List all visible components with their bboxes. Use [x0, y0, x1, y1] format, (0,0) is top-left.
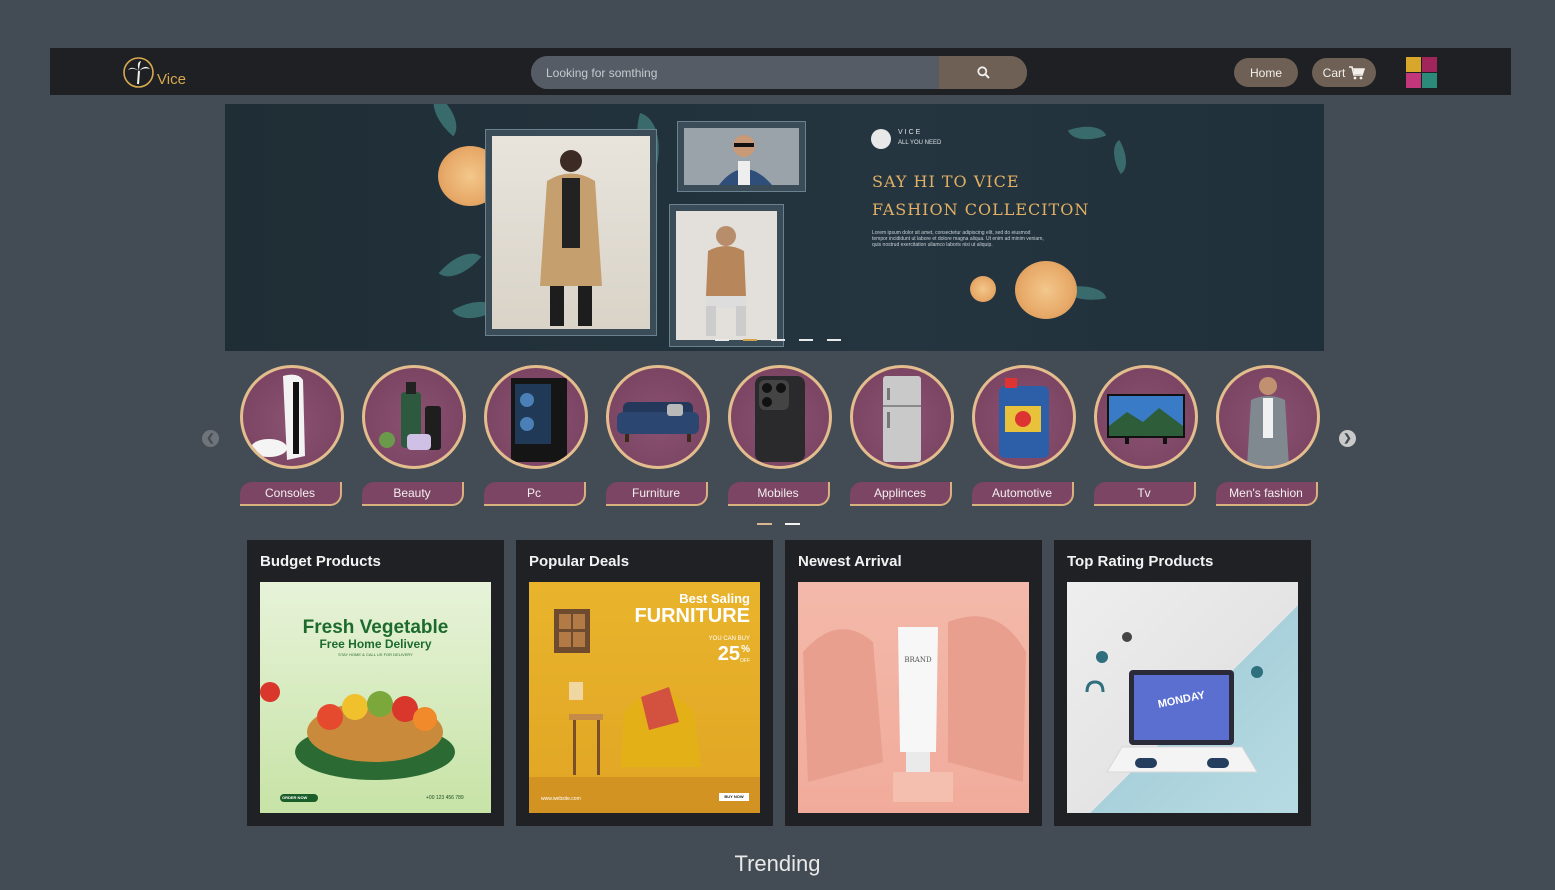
carousel-dot[interactable] [771, 339, 785, 341]
cart-label: Cart [1322, 65, 1346, 80]
flower-decoration [970, 276, 996, 302]
leaf-decoration [1067, 118, 1107, 148]
search-input[interactable] [531, 56, 939, 89]
card-title: Popular Deals [529, 553, 630, 570]
promo-off-text: OFF [740, 658, 750, 664]
fashion-photo-seated [669, 204, 784, 347]
fashion-photo-sunglasses [677, 121, 806, 192]
category-appliances[interactable]: Applinces [850, 365, 954, 510]
category-label: Automotive [972, 482, 1074, 506]
hero-banner[interactable]: VICE ALL YOU NEED SAY HI TO VICE FASHION… [225, 104, 1324, 351]
promo-subheadline: FURNITURE [634, 605, 750, 627]
promo-subheadline: Free Home Delivery [319, 637, 432, 651]
search-icon [976, 66, 990, 79]
category-label: Tv [1094, 482, 1196, 506]
banner-brand: VICE ALL YOU NEED [871, 129, 991, 155]
promo-headline: Fresh Vegetable [302, 617, 449, 638]
promo-small-text: STAY HOME & CALL US FOR DELIVERY [338, 652, 413, 657]
promo-headline: Best Saling [679, 591, 750, 606]
search-bar [531, 56, 1027, 89]
banner-title-line1: SAY HI TO VICE [872, 172, 1020, 191]
category-label: Pc [484, 482, 586, 506]
cart-icon [1349, 65, 1366, 79]
fridge-icon [850, 365, 954, 469]
carousel-dot[interactable] [827, 339, 841, 341]
phone-icon [728, 365, 832, 469]
card-title: Budget Products [260, 553, 381, 570]
promo-small-text: YOU CAN BUY [708, 636, 750, 642]
home-label: Home [1249, 65, 1282, 80]
category-mobiles[interactable]: Mobiles [728, 365, 832, 510]
color-grid-icon[interactable] [1406, 57, 1438, 88]
category-next-button[interactable]: ❯ [1339, 430, 1356, 447]
category-mens-fashion[interactable]: Men's fashion [1216, 365, 1320, 510]
carousel-dot[interactable] [715, 339, 729, 341]
top-navbar: Vice Home Cart [50, 48, 1511, 95]
palm-logo-icon [871, 129, 891, 149]
home-button[interactable]: Home [1234, 58, 1298, 87]
flower-decoration [1015, 261, 1077, 319]
banner-brand-tagline: ALL YOU NEED [898, 140, 942, 146]
category-furniture[interactable]: Furniture [606, 365, 710, 510]
card-newest-arrival[interactable]: Newest Arrival BRAND [785, 540, 1042, 826]
banner-title-line2: FASHION COLLECITON [872, 200, 1090, 219]
category-tv[interactable]: Tv [1094, 365, 1198, 510]
logo-text: Vice [157, 71, 186, 88]
popular-deals-image[interactable]: Best Saling FURNITURE YOU CAN BUY 25 % O… [529, 582, 760, 813]
promo-order-button: ORDER NOW [282, 795, 308, 800]
tv-icon [1094, 365, 1198, 469]
fashion-photo-coat [485, 129, 657, 336]
carousel-dot-active[interactable] [785, 523, 800, 525]
category-label: Mobiles [728, 482, 830, 506]
category-consoles[interactable]: Consoles [240, 365, 344, 510]
card-title: Newest Arrival [798, 553, 902, 570]
leaf-decoration [422, 104, 468, 137]
carousel-dot-active[interactable] [743, 339, 757, 341]
promo-percent: 25 [717, 643, 740, 665]
category-carousel-indicators [757, 523, 800, 525]
console-icon [240, 365, 344, 469]
category-label: Beauty [362, 482, 464, 506]
banner-body-text: Lorem ipsum dolor sit amet, consectetur … [872, 230, 1044, 248]
chevron-right-icon: ❯ [1343, 433, 1352, 444]
card-popular-deals[interactable]: Popular Deals Best Saling FURNITURE YOU … [516, 540, 773, 826]
category-label: Men's fashion [1216, 482, 1318, 506]
banner-title: SAY HI TO VICE FASHION COLLECITON [872, 168, 1132, 224]
carousel-dot[interactable] [757, 523, 772, 525]
top-rating-products-image[interactable]: MONDAY [1067, 582, 1298, 813]
sofa-icon [606, 365, 710, 469]
beauty-icon [362, 365, 466, 469]
promo-buy-button: BUY NOW [719, 793, 749, 801]
newest-arrival-image[interactable]: BRAND [798, 582, 1029, 813]
leaf-decoration [438, 242, 482, 288]
man-icon [1216, 365, 1320, 469]
banner-brand-name: VICE [898, 129, 923, 136]
search-button[interactable] [939, 56, 1027, 89]
cart-button[interactable]: Cart [1312, 58, 1376, 87]
category-label: Consoles [240, 482, 342, 506]
category-prev-button[interactable]: ❮ [202, 430, 219, 447]
trending-heading: Trending [734, 851, 821, 876]
oil-can-icon [972, 365, 1076, 469]
banner-carousel-indicators [715, 339, 841, 341]
promo-brand: BRAND [904, 656, 932, 664]
promo-phone: +00 123 456 789 [426, 795, 464, 801]
pc-icon [484, 365, 588, 469]
category-automotive[interactable]: Automotive [972, 365, 1076, 510]
card-budget-products[interactable]: Budget Products Fresh Vegetable Free Hom… [247, 540, 504, 826]
chevron-left-icon: ❮ [206, 433, 215, 444]
card-top-rating-products[interactable]: Top Rating Products MONDAY [1054, 540, 1311, 826]
promo-website: www.website.com [541, 796, 581, 802]
budget-products-image[interactable]: Fresh Vegetable Free Home Delivery STAY … [260, 582, 491, 813]
carousel-dot[interactable] [799, 339, 813, 341]
card-title: Top Rating Products [1067, 553, 1214, 570]
category-label: Applinces [850, 482, 952, 506]
category-pc[interactable]: Pc [484, 365, 588, 510]
category-beauty[interactable]: Beauty [362, 365, 466, 510]
palm-logo-icon [123, 57, 154, 88]
category-label: Furniture [606, 482, 708, 506]
site-logo[interactable]: Vice [123, 57, 203, 89]
